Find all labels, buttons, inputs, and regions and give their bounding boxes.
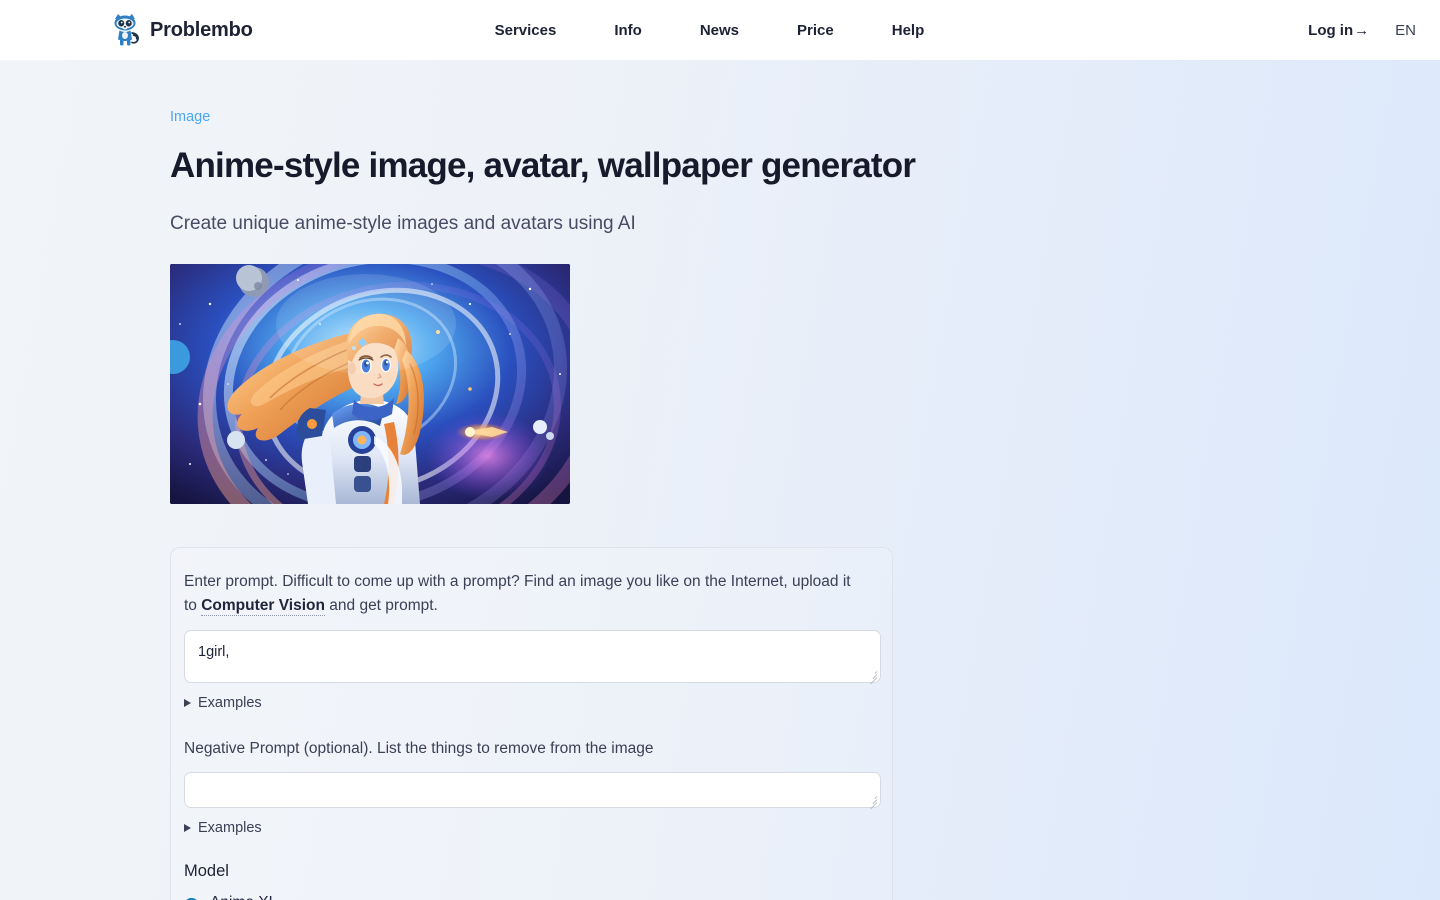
- prompt-examples-toggle[interactable]: Examples: [184, 695, 262, 711]
- triangle-right-icon: [184, 824, 191, 833]
- prompt-examples-label: Examples: [198, 694, 262, 711]
- login-button[interactable]: Log in→: [1308, 22, 1369, 39]
- brand-logo-link[interactable]: Problembo: [110, 13, 253, 47]
- page-subtitle: Create unique anime-style images and ava…: [170, 213, 636, 235]
- negative-prompt-examples-label: Examples: [198, 820, 262, 837]
- prompt-label-text-2: and get prompt.: [324, 597, 438, 615]
- negative-prompt-examples-toggle[interactable]: Examples: [184, 820, 262, 836]
- negative-prompt-label: Negative Prompt (optional). List the thi…: [184, 739, 654, 757]
- triangle-right-icon: [184, 698, 191, 707]
- breadcrumb-image-link[interactable]: Image: [170, 110, 210, 125]
- hero-preview-image: [170, 263, 570, 504]
- brand-name: Problembo: [150, 18, 253, 41]
- prompt-input[interactable]: [184, 629, 881, 683]
- raccoon-logo-icon: [110, 13, 142, 47]
- model-radio-row[interactable]: Anime XL: [184, 894, 864, 900]
- negative-prompt-input[interactable]: [184, 772, 881, 809]
- language-switcher[interactable]: EN: [1395, 22, 1416, 39]
- model-option-text: Anime XL: [210, 894, 277, 900]
- negative-prompt-input-wrap: [184, 772, 881, 810]
- nav-item-services[interactable]: Services: [495, 22, 557, 39]
- page-title: Anime-style image, avatar, wallpaper gen…: [170, 146, 916, 185]
- prompt-input-wrap: [184, 629, 881, 685]
- model-heading: Model: [184, 862, 229, 881]
- login-label: Log in: [1308, 21, 1354, 39]
- negative-prompt-field-block: Negative Prompt (optional). List the thi…: [184, 737, 881, 836]
- nav-item-price[interactable]: Price: [797, 22, 834, 39]
- model-option-anime-xl[interactable]: Anime XL Anime, fantasy, illustrations: [184, 894, 864, 900]
- computer-vision-link[interactable]: Computer Vision: [201, 597, 325, 617]
- prompt-field-block: Enter prompt. Difficult to come up with …: [184, 570, 881, 711]
- page-main: Image Anime-style image, avatar, wallpap…: [0, 60, 1440, 900]
- header-actions: Log in→ EN: [1308, 22, 1416, 39]
- arrow-right-icon: →: [1354, 21, 1370, 39]
- site-header: Problembo Services Info News Price Help …: [0, 0, 1440, 60]
- nav-item-news[interactable]: News: [700, 22, 739, 39]
- main-navigation: Services Info News Price Help: [445, 22, 925, 39]
- nav-item-info[interactable]: Info: [614, 22, 642, 39]
- model-option-label[interactable]: Anime XL: [210, 894, 277, 900]
- model-field-block: Model Anime XL Anime, fantasy, illustrat…: [184, 862, 864, 900]
- nav-item-help[interactable]: Help: [892, 22, 925, 39]
- generator-form-card: Enter prompt. Difficult to come up with …: [170, 546, 893, 900]
- prompt-label: Enter prompt. Difficult to come up with …: [184, 570, 864, 619]
